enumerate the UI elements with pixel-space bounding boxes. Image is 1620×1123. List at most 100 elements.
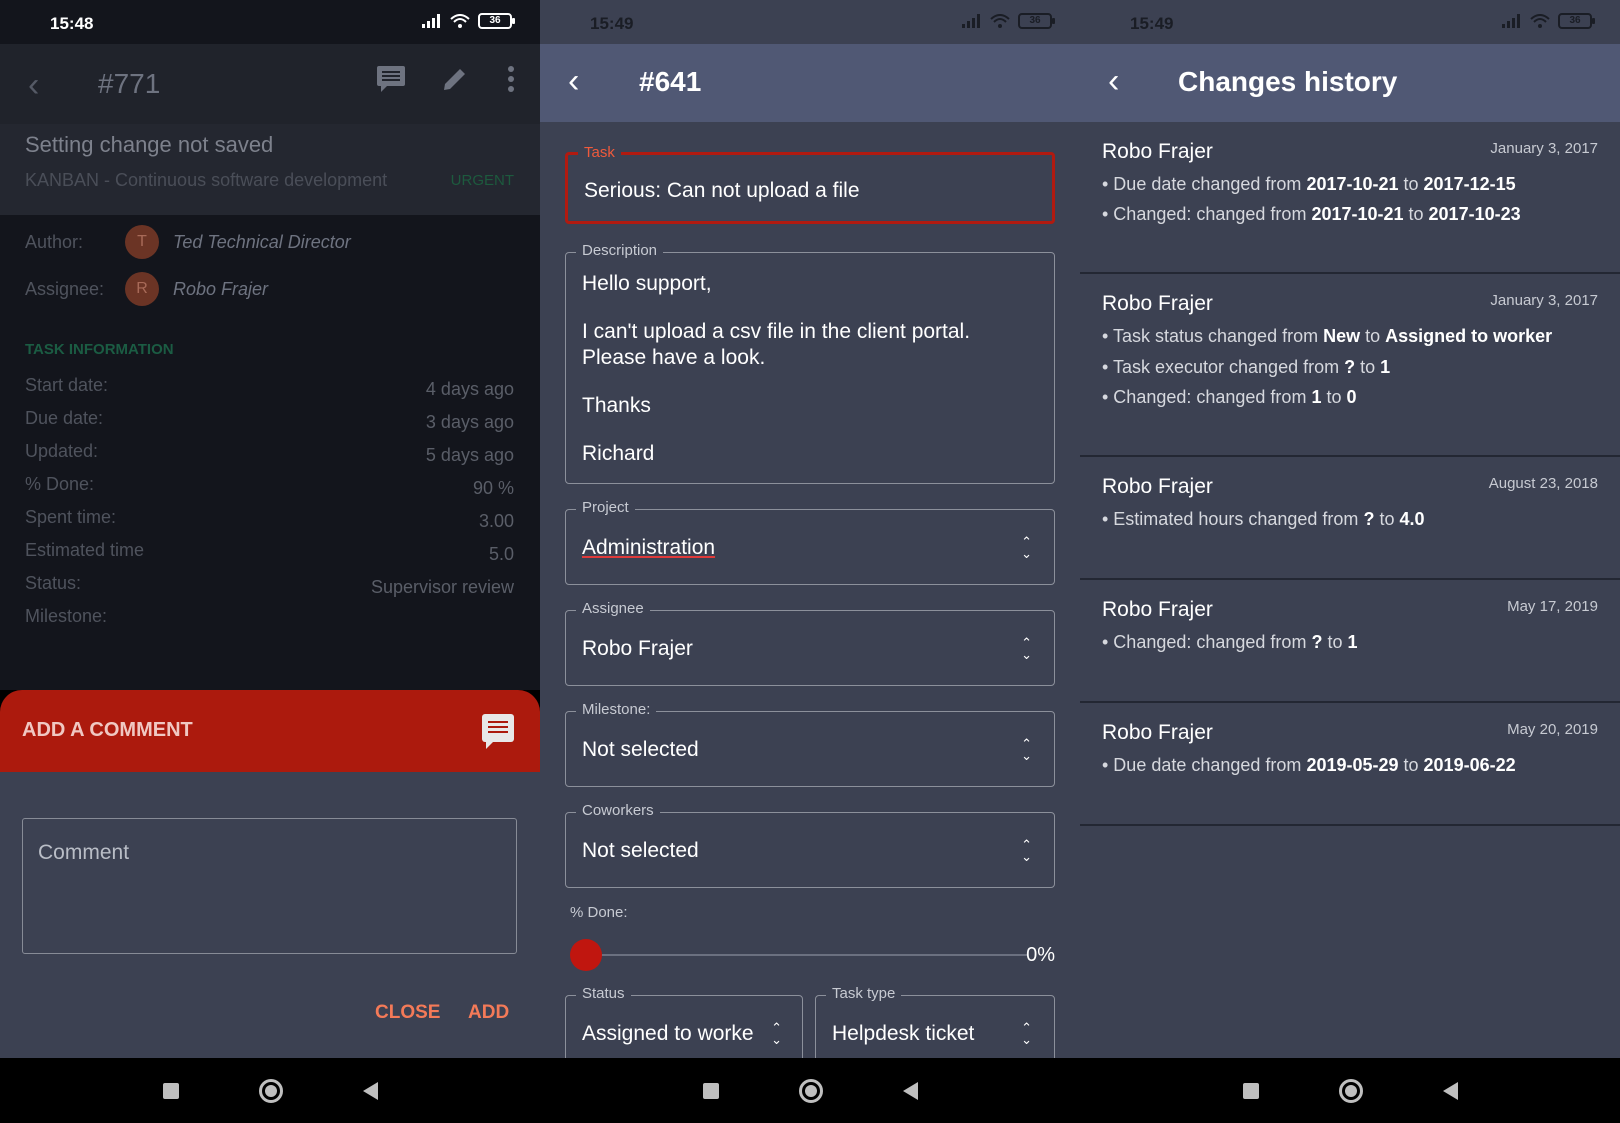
battery-icon: 36 <box>1018 13 1055 29</box>
add-comment-header: ADD A COMMENT <box>0 690 540 772</box>
info-label: Updated: <box>25 441 99 461</box>
avatar: R <box>125 272 159 306</box>
back-arrow-icon[interactable]: ‹ <box>1108 62 1119 101</box>
home-icon[interactable] <box>798 1078 823 1103</box>
history-change: • Changed: changed from 2017-10-21 to 20… <box>1102 204 1521 224</box>
priority-badge: URGENT <box>450 172 514 189</box>
pencil-icon[interactable] <box>442 66 468 99</box>
app-bar: ‹ #641 <box>540 44 1080 122</box>
history-date: May 17, 2019 <box>1507 598 1598 615</box>
nav-back-icon[interactable] <box>902 1081 918 1100</box>
unfold-icon: ⌃ ⌄ <box>1021 1020 1032 1047</box>
comment-input[interactable]: Comment <box>22 818 517 954</box>
milestone-select[interactable]: Milestone: Not selected ⌃ ⌄ <box>565 701 1055 787</box>
info-label: Due date: <box>25 408 104 428</box>
task-type-value: Helpdesk ticket <box>832 1022 975 1045</box>
info-label: Milestone: <box>25 606 108 626</box>
comment-icon[interactable] <box>377 66 405 99</box>
home-icon[interactable] <box>258 1078 283 1103</box>
info-value: 3 days ago <box>425 412 514 432</box>
done-slider-track[interactable] <box>585 954 1028 956</box>
info-value: 5.0 <box>488 544 514 564</box>
info-row: % Done: 90 % <box>25 474 514 498</box>
project-select[interactable]: Project Administration ⌃ ⌄ <box>565 499 1055 585</box>
task-details: Author: T Ted Technical Director Assigne… <box>0 215 540 690</box>
status-time: 15:49 <box>1130 14 1174 33</box>
wifi-icon <box>450 14 470 28</box>
assignee-label: Assignee: <box>25 278 105 299</box>
unfold-icon: ⌃ ⌄ <box>1021 534 1032 561</box>
status-bar: 15:49 36 <box>540 0 1080 44</box>
history-entry: Robo Frajer May 20, 2019 • Due date chan… <box>1080 703 1620 826</box>
assignee-value: Robo Frajer <box>582 637 693 660</box>
description-line: Please have a look. <box>582 346 766 369</box>
done-label: % Done: <box>570 904 628 921</box>
milestone-value: Not selected <box>582 738 699 761</box>
project-label: Project <box>576 499 635 516</box>
history-author: Robo Frajer <box>1102 140 1213 163</box>
milestone-label: Milestone: <box>576 701 657 718</box>
info-row: Status: Supervisor review <box>25 573 514 597</box>
info-label: Start date: <box>25 375 109 395</box>
signal-icon <box>422 14 440 28</box>
history-change: • Due date changed from 2019-05-29 to 20… <box>1102 755 1516 775</box>
home-icon[interactable] <box>1338 1078 1363 1103</box>
back-arrow-icon[interactable]: ‹ <box>28 66 39 105</box>
signal-icon <box>1502 14 1520 28</box>
info-label: Status: <box>25 573 82 593</box>
comment-icon <box>482 714 514 749</box>
recents-icon[interactable] <box>162 1082 179 1099</box>
app-bar: ‹ Changes history <box>1080 44 1620 122</box>
assignee-row: Assignee: R Robo Frajer <box>25 272 268 306</box>
info-label: Estimated time <box>25 540 145 560</box>
wifi-icon <box>1530 14 1550 28</box>
coworkers-value: Not selected <box>582 839 699 862</box>
nav-back-icon[interactable] <box>1442 1081 1458 1100</box>
status-bar: 15:49 36 <box>1080 0 1620 44</box>
history-change: • Task executor changed from ? to 1 <box>1102 357 1391 377</box>
recents-icon[interactable] <box>1242 1082 1259 1099</box>
project-value: Administration <box>582 536 716 559</box>
info-value: 90 % <box>472 478 514 498</box>
history-date: January 3, 2017 <box>1490 292 1598 309</box>
info-row: Start date: 4 days ago <box>25 375 514 399</box>
history-date: January 3, 2017 <box>1490 140 1598 157</box>
close-button[interactable]: CLOSE <box>375 1002 440 1024</box>
back-arrow-icon[interactable]: ‹ <box>568 62 579 101</box>
history-author: Robo Frajer <box>1102 721 1213 744</box>
task-number: #771 <box>98 68 161 99</box>
coworkers-select[interactable]: Coworkers Not selected ⌃ ⌄ <box>565 802 1055 888</box>
system-nav-bar <box>540 1058 1080 1123</box>
recents-icon[interactable] <box>702 1082 719 1099</box>
unfold-icon: ⌃ ⌄ <box>771 1020 782 1047</box>
app-bar: ‹ #771 <box>0 44 540 124</box>
author-label: Author: <box>25 231 84 252</box>
history-entry: Robo Frajer January 3, 2017 • Task statu… <box>1080 274 1620 457</box>
info-value: Supervisor review <box>370 577 514 597</box>
info-row: Milestone: <box>25 606 514 627</box>
system-nav-bar <box>0 1058 540 1123</box>
description-field[interactable]: Description Hello support, I can't uploa… <box>565 242 1055 484</box>
task-project: KANBAN - Continuous software development <box>25 170 388 190</box>
author-row: Author: T Ted Technical Director <box>25 225 351 259</box>
task-info-heading: TASK INFORMATION <box>25 341 174 358</box>
assignee-select[interactable]: Assignee Robo Frajer ⌃ ⌄ <box>565 600 1055 686</box>
more-vert-icon[interactable] <box>507 66 515 99</box>
status-label: Status <box>576 985 631 1002</box>
unfold-icon: ⌃ ⌄ <box>1021 736 1032 763</box>
task-value: Serious: Can not upload a file <box>584 179 860 202</box>
info-row: Due date: 3 days ago <box>25 408 514 432</box>
info-row: Updated: 5 days ago <box>25 441 514 465</box>
add-button[interactable]: ADD <box>468 1002 509 1024</box>
status-time: 15:48 <box>50 14 94 33</box>
description-line: Hello support, <box>582 272 712 295</box>
history-change: • Task status changed from New to Assign… <box>1102 326 1553 346</box>
nav-back-icon[interactable] <box>362 1081 378 1100</box>
done-slider-thumb[interactable] <box>570 939 602 971</box>
screens-container: 15:48 36 ‹ #771 Setting change not saved… <box>0 0 1620 1123</box>
description-line: I can't upload a csv file in the client … <box>582 320 971 343</box>
info-value: 4 days ago <box>425 379 514 399</box>
task-number: #641 <box>639 66 702 97</box>
signal-icon <box>962 14 980 28</box>
task-field[interactable]: Task Serious: Can not upload a file <box>565 144 1055 224</box>
